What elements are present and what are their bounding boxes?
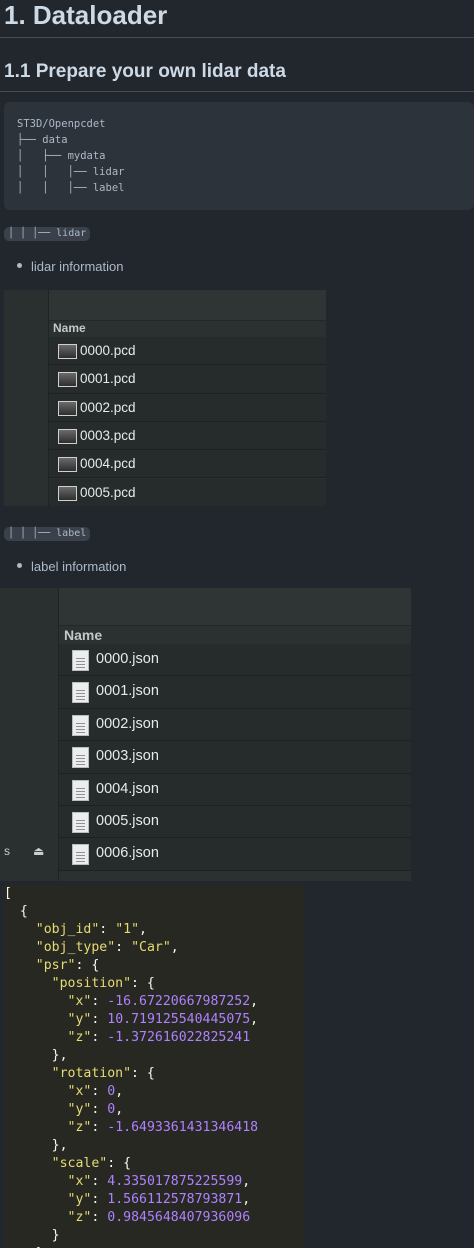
file-browser-sidebar	[4, 290, 49, 506]
directory-tree-code-block: ST3D/Openpcdet ├── data │ ├── mydata │ │ │─…	[4, 102, 474, 210]
json-line: "x": 4.335017875225599,	[67, 1174, 251, 1189]
json-file-icon	[72, 812, 89, 833]
file-row[interactable]: 0001.pcd	[49, 365, 326, 394]
json-line: "z": 0.9845648407936096	[67, 1210, 251, 1225]
json-file-icon	[72, 714, 89, 736]
json-line: },	[4, 1138, 68, 1153]
json-line: {	[4, 904, 28, 919]
json-file-icon	[72, 844, 89, 866]
file-name: 0005.pcd	[80, 484, 136, 500]
file-name: 0002.json	[96, 715, 159, 732]
section-rule	[0, 91, 474, 92]
file-row[interactable]: 0003.json	[59, 741, 411, 774]
file-name: 0000.pcd	[80, 343, 136, 358]
file-name: 0006.json	[96, 845, 159, 862]
tree-line: │ │ │── lidar	[17, 166, 125, 178]
json-line: },	[4, 1048, 68, 1063]
lidar-bullet-item: lidar information	[17, 259, 124, 274]
file-browser-toolbar	[59, 588, 411, 626]
json-line: "z": -1.372616022825241	[67, 1030, 251, 1045]
file-browser-sidebar	[0, 588, 59, 881]
bullet-text: lidar information	[31, 259, 124, 274]
pcd-file-icon	[58, 485, 77, 501]
file-browser-toolbar	[49, 290, 326, 321]
json-file-icon	[72, 779, 89, 801]
eject-icon[interactable]: ⏏	[33, 844, 44, 858]
json-line: "x": -16.67220667987252,	[67, 994, 259, 1009]
file-row[interactable]: 0003.pcd	[49, 421, 326, 451]
file-name: 0001.json	[96, 683, 159, 700]
file-name: 0005.json	[96, 813, 159, 829]
bullet-text: label information	[31, 559, 127, 574]
file-name: 0004.pcd	[80, 456, 136, 472]
file-name: 0001.pcd	[80, 371, 136, 387]
json-file-icon	[72, 747, 89, 769]
file-row[interactable]: 0005.json	[59, 806, 411, 839]
json-line: [	[4, 886, 12, 901]
file-row[interactable]: 0000.json	[59, 644, 411, 677]
lidar-inline-code: │ │ │── lidar	[4, 227, 91, 241]
file-row[interactable]: 0002.json	[59, 708, 411, 742]
lidar-file-browser-screenshot: Name 0000.pcd 0001.pcd 0002.pcd 0003.pcd 000…	[4, 290, 326, 506]
file-row[interactable]: 0005.pcd	[49, 478, 326, 506]
label-bullet-item: label information	[17, 559, 126, 574]
name-column-header: Name	[64, 627, 103, 643]
bullet-dot	[17, 563, 22, 569]
json-line: "y": 1.566112578793871,	[67, 1192, 251, 1207]
tree-line: ├── data	[17, 134, 68, 146]
json-line: "y": 10.719125540445075,	[67, 1012, 259, 1027]
json-line: "x": 0,	[67, 1084, 124, 1099]
json-code-block: [ { "obj_id": "1", "obj_type": "Car", "p…	[4, 885, 304, 1248]
tree-line: │ │ │── label	[17, 182, 125, 194]
tree-line: │ ├── mydata	[17, 150, 106, 162]
json-line: "obj_id": "1",	[35, 922, 147, 937]
file-row[interactable]: 0000.pcd	[49, 337, 326, 366]
file-row[interactable]: 0004.pcd	[49, 450, 326, 479]
pcd-file-icon	[58, 344, 77, 359]
json-line: "psr": {	[35, 958, 100, 973]
label-inline-code: │ │ │── label	[4, 527, 91, 541]
file-row[interactable]: 0004.json	[59, 773, 411, 806]
file-row[interactable]: 0002.pcd	[49, 393, 326, 422]
json-line: }	[4, 1228, 60, 1243]
sidebar-fragment-text: s	[4, 844, 10, 858]
tree-line: ST3D/Openpcdet	[17, 118, 106, 130]
file-name: 0003.json	[96, 748, 159, 765]
name-column-header: Name	[53, 321, 86, 335]
json-file-icon	[72, 650, 89, 671]
label-file-browser-screenshot: Name s ⏏ 0000.json 0001.json 0002.json 0003…	[0, 588, 411, 881]
json-line: "scale": {	[51, 1156, 132, 1171]
bullet-dot	[17, 263, 22, 269]
page-title: 1. Dataloader	[4, 0, 168, 30]
file-name: 0003.pcd	[80, 427, 136, 443]
title-rule	[0, 37, 474, 38]
json-file-icon	[72, 682, 89, 704]
pcd-file-icon	[58, 372, 77, 388]
json-line: "position": {	[51, 976, 155, 991]
json-line: "rotation": {	[51, 1066, 155, 1081]
json-line: "obj_type": "Car",	[35, 940, 179, 955]
file-row[interactable]: 0006.json	[59, 838, 411, 871]
file-name: 0004.json	[96, 780, 159, 797]
json-line: "z": -1.6493361431346418	[67, 1120, 259, 1135]
pcd-file-icon	[58, 400, 77, 416]
json-line: "y": 0,	[67, 1102, 124, 1117]
pcd-file-icon	[58, 457, 77, 473]
section-title: 1.1 Prepare your own lidar data	[4, 61, 286, 82]
pcd-file-icon	[58, 428, 77, 444]
file-name: 0000.json	[96, 651, 159, 667]
file-row[interactable]: 0001.json	[59, 676, 411, 709]
file-name: 0002.pcd	[80, 399, 136, 415]
